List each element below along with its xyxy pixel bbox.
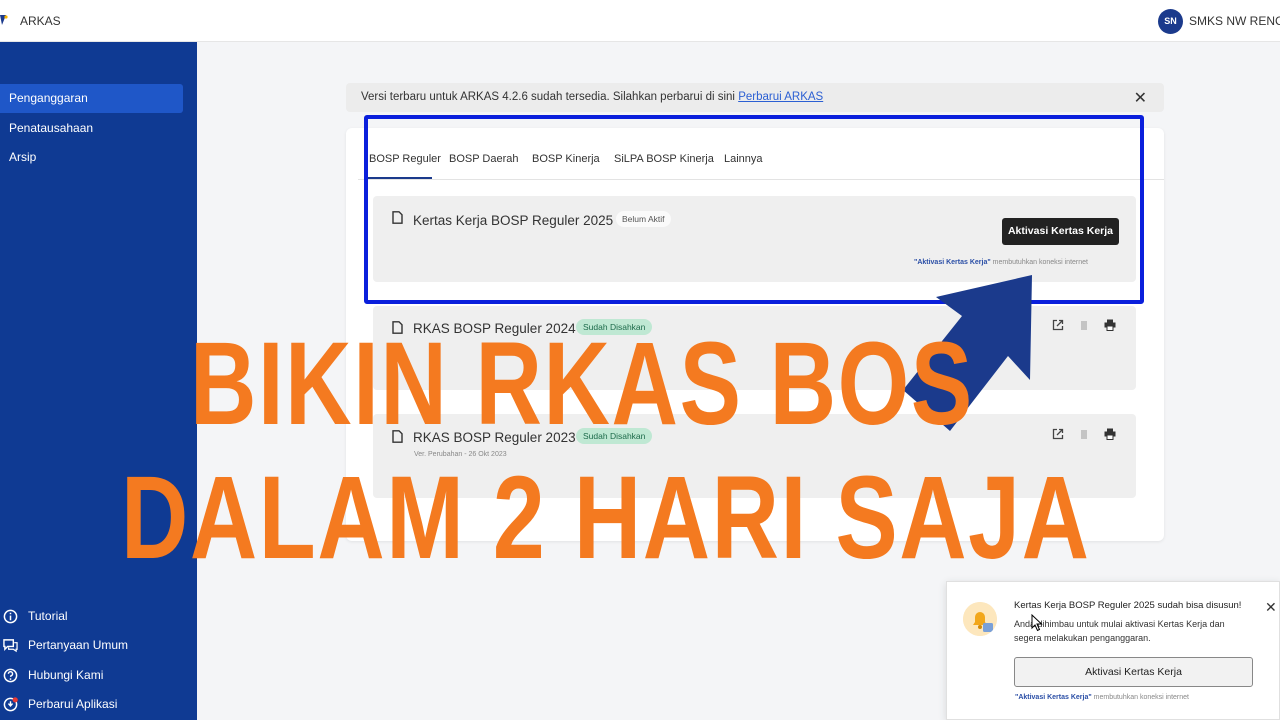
sidebar-item-arsip[interactable]: Arsip <box>0 143 183 172</box>
overlay-title-line2: DALAM 2 HARI SAJA <box>121 452 1091 584</box>
notification-title: Kertas Kerja BOSP Reguler 2025 sudah bis… <box>1014 600 1242 611</box>
activate-worksheet-button[interactable]: Aktivasi Kertas Kerja <box>1014 657 1253 687</box>
print-icon[interactable] <box>1104 319 1116 331</box>
notification-body: Anda dihimbau untuk mulai aktivasi Kerta… <box>1014 619 1225 643</box>
app-title: ARKAS <box>20 14 61 28</box>
print-icon[interactable] <box>1104 428 1116 440</box>
avatar[interactable]: SN <box>1158 9 1183 34</box>
sidebar-item-contact[interactable]: Hubungi Kami <box>3 664 103 686</box>
sidebar-item-faq[interactable]: Pertanyaan Umum <box>3 634 128 656</box>
sidebar-item-penganggaran[interactable]: Penganggaran <box>0 84 183 113</box>
sidebar-item-tutorial[interactable]: Tutorial <box>3 605 68 627</box>
notification-toast: Kertas Kerja BOSP Reguler 2025 sudah bis… <box>946 581 1280 720</box>
open-external-icon[interactable] <box>1052 428 1064 440</box>
top-bar: ARKAS SN SMKS NW RENCO <box>0 0 1280 42</box>
chat-icon <box>3 638 18 652</box>
sidebar-item-label: Perbarui Aplikasi <box>28 697 118 711</box>
help-icon <box>3 668 18 682</box>
banner-text: Versi terbaru untuk ARKAS 4.2.6 sudah te… <box>361 91 824 103</box>
update-banner: Versi terbaru untuk ARKAS 4.2.6 sudah te… <box>346 83 1164 112</box>
open-external-icon[interactable] <box>1052 319 1064 331</box>
sidebar-item-update[interactable]: Perbarui Aplikasi <box>3 693 117 715</box>
close-icon[interactable]: ✕ <box>1134 88 1147 108</box>
connection-note: "Aktivasi Kertas Kerja" membutuhkan kone… <box>1015 694 1189 701</box>
school-name[interactable]: SMKS NW RENCO <box>1189 14 1280 28</box>
highlight-box <box>364 115 1144 304</box>
update-link[interactable]: Perbarui ARKAS <box>738 91 823 103</box>
update-icon <box>3 696 18 711</box>
bell-icon <box>963 602 997 636</box>
info-icon <box>3 609 18 623</box>
sidebar-item-label: Hubungi Kami <box>28 668 104 682</box>
close-icon[interactable]: ✕ <box>1265 599 1277 616</box>
delete-icon[interactable] <box>1078 428 1090 440</box>
delete-icon[interactable] <box>1078 319 1090 331</box>
mouse-cursor-icon <box>1031 614 1043 632</box>
sidebar-item-label: Tutorial <box>28 609 68 623</box>
sidebar-item-label: Pertanyaan Umum <box>28 638 129 652</box>
arkas-logo-icon <box>0 15 8 25</box>
sidebar-item-penatausahaan[interactable]: Penatausahaan <box>0 114 183 143</box>
overlay-title-line1: BIKIN RKAS BOS <box>190 318 974 450</box>
